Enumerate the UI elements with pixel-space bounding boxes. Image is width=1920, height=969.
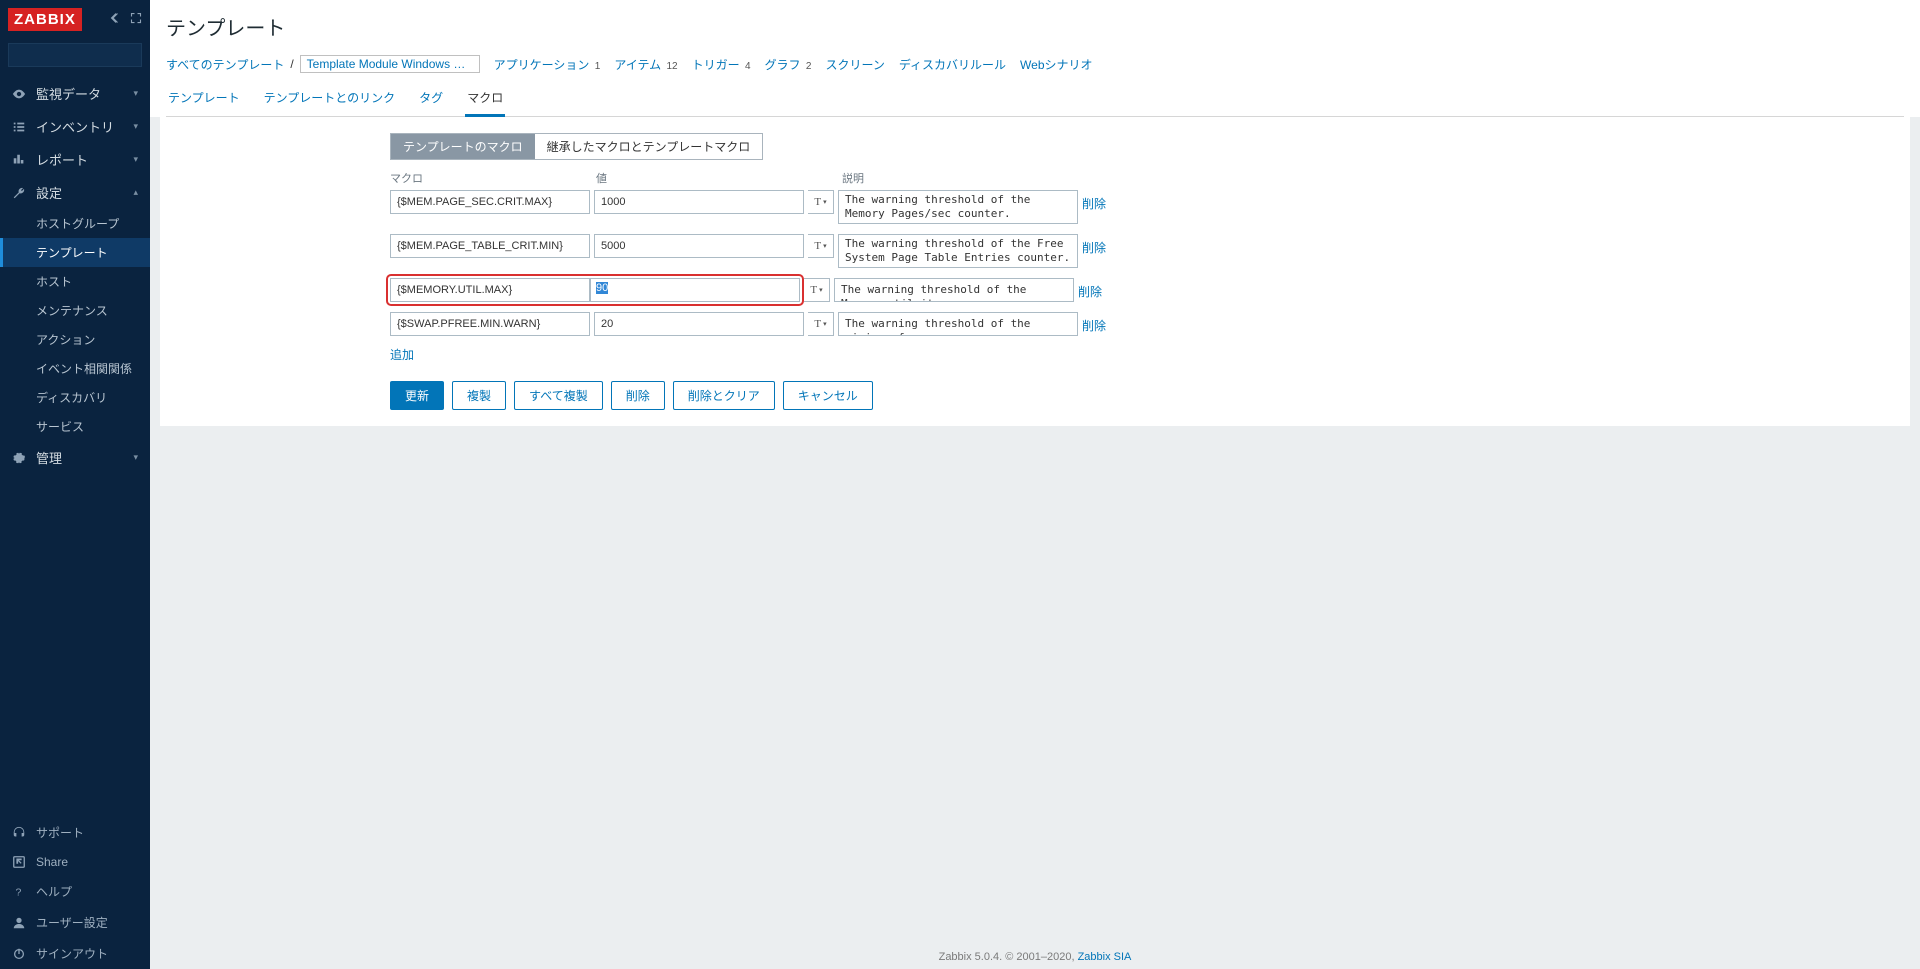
macro-value-input[interactable]	[594, 234, 804, 258]
macro-desc-input[interactable]: The warning threshold of the Memory Page…	[838, 190, 1078, 224]
nav-sub-actions[interactable]: アクション	[0, 325, 150, 354]
value-type-button[interactable]: T▾	[808, 234, 834, 258]
col-headers: マクロ 値 説明	[390, 170, 1220, 186]
chevron-down-icon: ▾	[133, 154, 138, 165]
crumb-items[interactable]: アイテム 12	[614, 56, 677, 73]
toggle-inherited-macros[interactable]: 継承したマクロとテンプレートマクロ	[535, 134, 763, 159]
nav-help[interactable]: ?ヘルプ	[0, 876, 150, 907]
macro-value-input[interactable]	[594, 312, 804, 336]
update-button[interactable]: 更新	[390, 381, 444, 410]
nav-signout[interactable]: サインアウト	[0, 938, 150, 969]
eye-icon	[12, 87, 26, 101]
crumb-screens[interactable]: スクリーン	[825, 56, 884, 73]
tab-linked[interactable]: テンプレートとのリンク	[262, 83, 398, 116]
clone-button[interactable]: 複製	[452, 381, 506, 410]
help-icon: ?	[12, 885, 26, 899]
macro-row: T▾The warning threshold of the Free Syst…	[390, 234, 1220, 268]
value-type-button[interactable]: T▾	[808, 190, 834, 214]
brand-logo[interactable]: ZABBIX	[8, 8, 82, 31]
button-row: 更新 複製 すべて複製 削除 削除とクリア キャンセル	[390, 381, 1220, 410]
crumb-web[interactable]: Webシナリオ	[1020, 56, 1092, 73]
toggle-template-macros[interactable]: テンプレートのマクロ	[391, 134, 535, 159]
chevron-down-icon: ▾	[133, 88, 138, 99]
search-input[interactable]	[15, 49, 157, 61]
svg-text:?: ?	[16, 886, 22, 898]
content: テンプレートのマクロ 継承したマクロとテンプレートマクロ マクロ 値 説明 T▾…	[160, 117, 1910, 426]
delete-button[interactable]: 削除	[611, 381, 665, 410]
nav-reports[interactable]: レポート▾	[0, 143, 150, 176]
chevron-up-icon: ▴	[133, 187, 138, 198]
nav-monitoring[interactable]: 監視データ▾	[0, 77, 150, 110]
value-type-button[interactable]: T▾	[804, 278, 830, 302]
macro-name-input[interactable]	[390, 312, 590, 336]
user-icon	[12, 916, 26, 930]
footer: Zabbix 5.0.4. © 2001–2020, Zabbix SIA	[150, 945, 1920, 969]
chevron-down-icon: ▾	[133, 452, 138, 463]
remove-macro-link[interactable]: 削除	[1082, 234, 1106, 256]
power-icon	[12, 947, 26, 961]
nav-sub-services[interactable]: サービス	[0, 412, 150, 441]
macro-desc-input[interactable]: The warning threshold of the Free System…	[838, 234, 1078, 268]
nav-user-settings[interactable]: ユーザー設定	[0, 907, 150, 938]
breadcrumb: すべてのテンプレート / Template Module Windows mem…	[166, 55, 1904, 73]
macro-scope-toggle: テンプレートのマクロ 継承したマクロとテンプレートマクロ	[390, 133, 763, 160]
page-title: テンプレート	[166, 12, 1904, 41]
macro-value-input[interactable]	[590, 278, 800, 302]
support-icon	[12, 826, 26, 840]
chevron-down-icon: ▾	[133, 121, 138, 132]
nav-sub-maintenance[interactable]: メンテナンス	[0, 296, 150, 325]
nav-sub-eventcorr[interactable]: イベント相関関係	[0, 354, 150, 383]
remove-macro-link[interactable]: 削除	[1078, 278, 1102, 300]
footer-link[interactable]: Zabbix SIA	[1078, 951, 1132, 963]
wrench-icon	[12, 186, 26, 200]
macro-desc-input[interactable]: The warning threshold of the Memory util…	[834, 278, 1074, 302]
nav-sub-hostgroups[interactable]: ホストグループ	[0, 209, 150, 238]
list-icon	[12, 120, 26, 134]
tabs: テンプレート テンプレートとのリンク タグ マクロ	[166, 83, 1904, 117]
macro-desc-input[interactable]: The warning threshold of the minimum fre…	[838, 312, 1078, 336]
tab-template[interactable]: テンプレート	[166, 83, 242, 116]
value-type-button[interactable]: T▾	[808, 312, 834, 336]
crumb-applications[interactable]: アプリケーション 1	[494, 56, 601, 73]
nav-administration[interactable]: 管理▾	[0, 441, 150, 474]
macro-value-input[interactable]	[594, 190, 804, 214]
macro-name-input[interactable]	[390, 234, 590, 258]
macro-row: 90T▾The warning threshold of the Memory …	[390, 278, 1220, 302]
remove-macro-link[interactable]: 削除	[1082, 190, 1106, 212]
crumb-graphs[interactable]: グラフ 2	[765, 56, 812, 73]
collapse-icon[interactable]	[110, 12, 122, 27]
search-box[interactable]	[8, 43, 142, 67]
page-header: テンプレート すべてのテンプレート / Template Module Wind…	[150, 0, 1920, 117]
share-icon	[12, 855, 26, 869]
crumb-current[interactable]: Template Module Windows memo...	[300, 55, 480, 73]
delete-clear-button[interactable]: 削除とクリア	[673, 381, 775, 410]
tab-tags[interactable]: タグ	[417, 83, 445, 116]
tab-macros[interactable]: マクロ	[465, 83, 505, 117]
macro-row: T▾The warning threshold of the Memory Pa…	[390, 190, 1220, 224]
macro-row: T▾The warning threshold of the minimum f…	[390, 312, 1220, 336]
nav-support[interactable]: サポート	[0, 817, 150, 848]
add-macro-link[interactable]: 追加	[390, 346, 414, 363]
nav-sub-discovery[interactable]: ディスカバリ	[0, 383, 150, 412]
crumb-all-templates[interactable]: すべてのテンプレート	[166, 56, 284, 73]
nav-share[interactable]: Share	[0, 848, 150, 876]
sidebar: ZABBIX 監視データ▾ インベントリ▾ レポート▾ 設定▴ ホストグループ	[0, 0, 150, 969]
nav-inventory[interactable]: インベントリ▾	[0, 110, 150, 143]
remove-macro-link[interactable]: 削除	[1082, 312, 1106, 334]
crumb-triggers[interactable]: トリガー 4	[692, 56, 751, 73]
fullscreen-icon[interactable]	[130, 12, 142, 27]
macro-name-input[interactable]	[390, 278, 590, 302]
gear-icon	[12, 451, 26, 465]
cancel-button[interactable]: キャンセル	[783, 381, 873, 410]
crumb-discovery[interactable]: ディスカバリルール	[899, 56, 1006, 73]
nav-configuration[interactable]: 設定▴	[0, 176, 150, 209]
nav-sub-hosts[interactable]: ホスト	[0, 267, 150, 296]
macro-name-input[interactable]	[390, 190, 590, 214]
nav-sub-templates[interactable]: テンプレート	[0, 238, 150, 267]
clone-all-button[interactable]: すべて複製	[514, 381, 603, 410]
chart-icon	[12, 153, 26, 167]
